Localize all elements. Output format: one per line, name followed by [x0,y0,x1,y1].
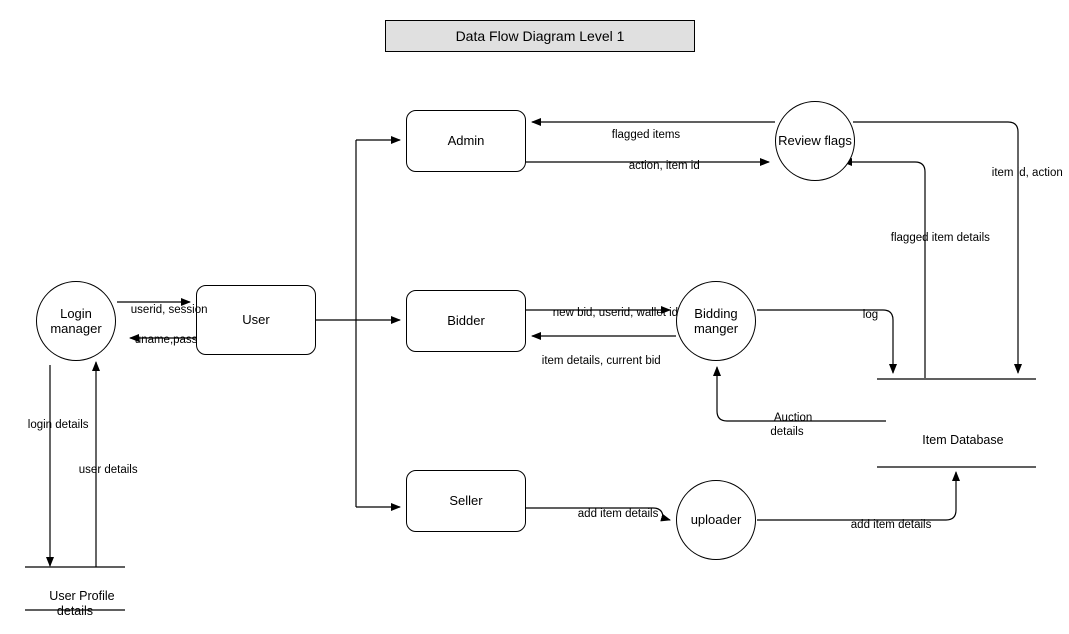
flow-flagged-item-details [842,158,926,378]
flow-label-action-item-id-text: action, item id [628,159,700,172]
flow-label-item-id-action-text: item id, action [991,166,1063,179]
entity-bidder[interactable]: Bidder [406,290,526,352]
flow-label-add-item-details-seller-text: add item details [577,507,659,520]
flow-label-flagged-item-details: flagged item details [878,218,990,259]
flow-label-item-id-action: item id, action [979,153,1063,194]
entity-bidder-label: Bidder [447,313,485,329]
flow-label-auction-details: Auction details [757,398,817,453]
flow-label-add-item-details-uploader: add item details [838,505,932,546]
process-bidding-manger-label: Bidding manger [693,305,739,336]
entity-admin[interactable]: Admin [406,110,526,172]
diagram-title-box: Data Flow Diagram Level 1 [385,20,695,52]
flow-label-flagged-items-text: flagged items [611,128,681,141]
flow-label-new-bid: new bid, userid, wallet id [540,293,678,334]
process-bidding-manger[interactable]: Bidding manger [676,281,756,361]
datastore-user-profile-details-label: User Profile details [49,589,115,618]
datastore-item-database: Item Database [886,418,1026,463]
flow-label-login-details-text: login details [27,418,89,431]
flow-label-userid-session-text: userid, session [130,303,208,316]
flow-label-uname-pass: uname,pass [122,320,198,361]
flow-label-user-details: user details [66,450,138,491]
flow-label-log-text: log [862,308,879,321]
flow-label-log: log [850,295,878,336]
process-uploader-label: uploader [690,512,742,528]
process-review-flags-label: Review flags [778,133,852,149]
flow-label-uname-pass-text: uname,pass [134,333,198,346]
flow-label-add-item-details-uploader-text: add item details [850,518,932,531]
flow-label-item-details-current-bid-text: item details, current bid [541,354,661,367]
flow-label-action-item-id: action, item id [616,146,700,187]
flow-label-login-details: login details [15,405,89,446]
entity-seller[interactable]: Seller [406,470,526,532]
process-review-flags[interactable]: Review flags [775,101,855,181]
flow-label-flagged-item-details-text: flagged item details [890,231,990,244]
diagram-title: Data Flow Diagram Level 1 [455,27,625,44]
flow-label-item-details-current-bid: item details, current bid [529,341,661,382]
diagram-canvas: Data Flow Diagram Level 1 Login manager … [0,0,1069,631]
process-login-manager-label: Login manager [50,305,102,336]
process-login-manager[interactable]: Login manager [36,281,116,361]
flow-label-user-details-text: user details [78,463,138,476]
flow-label-new-bid-text: new bid, userid, wallet id [552,306,679,319]
datastore-user-profile-details: User Profile details [15,574,135,634]
entity-user-label: User [242,312,270,328]
process-uploader[interactable]: uploader [676,480,756,560]
flow-label-auction-details-text: Auction details [770,411,813,438]
entity-admin-label: Admin [447,133,485,149]
datastore-item-database-label: Item Database [922,433,1004,447]
flow-label-add-item-details-seller: add item details [565,494,659,535]
entity-seller-label: Seller [449,493,483,509]
entity-user[interactable]: User [196,285,316,355]
